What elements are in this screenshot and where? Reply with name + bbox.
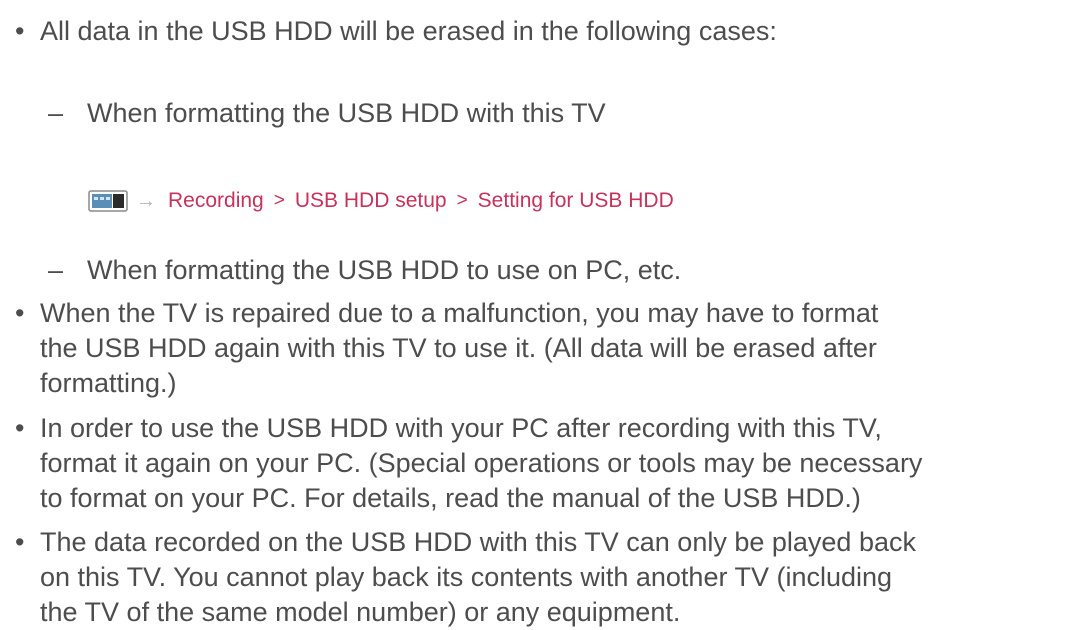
dash-marker: – — [48, 255, 64, 285]
menu-path-usb-hdd-setup[interactable]: USB HDD setup — [295, 189, 447, 213]
bullet-2-line-1: When the TV is repaired due to a malfunc… — [40, 298, 879, 328]
bullet-marker: • — [15, 16, 25, 46]
bullet-3-line-2: format it again on your PC. (Special ope… — [40, 448, 923, 478]
menu-path: → Recording > USB HDD setup > Setting fo… — [88, 186, 674, 216]
bullet-4-line-2: on this TV. You cannot play back its con… — [40, 562, 893, 592]
sub-item-2: When formatting the USB HDD to use on PC… — [87, 255, 682, 285]
bullet-marker: • — [15, 413, 25, 443]
bullet-marker: • — [15, 298, 25, 328]
sub-item-1: When formatting the USB HDD with this TV — [87, 98, 606, 128]
bullet-3-line-1: In order to use the USB HDD with your PC… — [40, 413, 882, 443]
separator-icon: > — [456, 190, 468, 211]
document-page: • All data in the USB HDD will be erased… — [0, 0, 1091, 630]
separator-icon: > — [273, 190, 285, 211]
bullet-1-line-1: All data in the USB HDD will be erased i… — [40, 16, 777, 46]
bullet-3-line-3: to format on your PC. For details, read … — [40, 483, 861, 513]
bullet-2-line-2: the USB HDD again with this TV to use it… — [40, 333, 877, 363]
menu-icon — [88, 190, 128, 212]
menu-path-setting-for-usb-hdd[interactable]: Setting for USB HDD — [478, 189, 674, 213]
bullet-2-line-3: formatting.) — [40, 368, 177, 398]
arrow-right-icon: → — [136, 189, 156, 212]
dash-marker: – — [48, 98, 64, 128]
bullet-4-line-1: The data recorded on the USB HDD with th… — [40, 527, 916, 557]
bullet-marker: • — [15, 527, 25, 557]
bullet-4-line-3: the TV of the same model number) or any … — [40, 597, 681, 627]
menu-path-recording[interactable]: Recording — [168, 189, 264, 213]
